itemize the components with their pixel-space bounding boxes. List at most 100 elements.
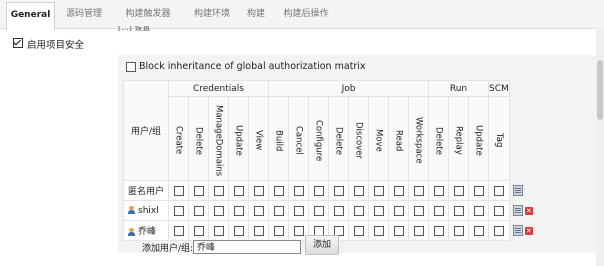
scrollbar-thumb[interactable]: [597, 60, 603, 120]
permission-cell: [308, 180, 329, 201]
tab-post-build[interactable]: 构建后操作: [280, 0, 332, 28]
select-all-icon[interactable]: [512, 205, 523, 216]
permission-checkbox-wrap: [369, 205, 388, 216]
add-user-label: 添加用户/组:: [142, 244, 194, 254]
permission-checkbox[interactable]: [173, 185, 184, 196]
permission-checkbox[interactable]: [473, 225, 484, 236]
permission-checkbox-wrap: [249, 225, 268, 236]
permission-checkbox-wrap: [329, 185, 348, 196]
permission-checkbox-wrap: [229, 205, 248, 216]
permission-checkbox[interactable]: [453, 205, 464, 216]
permission-checkbox[interactable]: [453, 185, 464, 196]
permission-checkbox[interactable]: [213, 225, 224, 236]
permission-cell: [408, 220, 429, 241]
permission-checkbox[interactable]: [373, 185, 384, 196]
permission-checkbox[interactable]: [313, 185, 324, 196]
enable-security-label: 启用项目安全: [27, 40, 85, 51]
permission-checkbox[interactable]: [193, 225, 204, 236]
permission-checkbox-wrap: [189, 185, 208, 196]
permission-checkbox[interactable]: [293, 185, 304, 196]
permission-cell: [448, 220, 469, 241]
permission-checkbox[interactable]: [373, 205, 384, 216]
permission-checkbox-wrap: [409, 225, 428, 236]
permission-checkbox[interactable]: [193, 185, 204, 196]
tab-build[interactable]: 构建: [243, 0, 269, 28]
permission-cell: [168, 220, 189, 241]
permission-checkbox-wrap: [269, 185, 288, 196]
permission-checkbox[interactable]: [193, 205, 204, 216]
permission-checkbox[interactable]: [313, 225, 324, 236]
permission-checkbox[interactable]: [313, 205, 324, 216]
permission-checkbox[interactable]: [333, 205, 344, 216]
permission-checkbox[interactable]: [433, 225, 444, 236]
permission-checkbox[interactable]: [233, 205, 244, 216]
user-cell: 匿名用户: [123, 180, 169, 201]
row-actions: ✕: [509, 220, 541, 241]
permission-cell: [388, 200, 409, 221]
perm-header-credentials-create: Create: [168, 96, 189, 181]
permission-checkbox[interactable]: [413, 185, 424, 196]
perm-header-credentials-delete: Delete: [188, 96, 209, 181]
permission-checkbox[interactable]: [393, 205, 404, 216]
permission-checkbox[interactable]: [493, 205, 504, 216]
permission-checkbox[interactable]: [473, 205, 484, 216]
delete-icon[interactable]: ✕: [524, 206, 533, 215]
tab-general[interactable]: General: [6, 2, 55, 30]
permission-checkbox[interactable]: [333, 225, 344, 236]
permission-checkbox[interactable]: [273, 205, 284, 216]
permission-checkbox[interactable]: [293, 205, 304, 216]
add-user-input[interactable]: 乔峰: [193, 240, 301, 254]
permission-header-row: Create Delete ManageDomains Update View Build…: [124, 96, 541, 181]
permission-checkbox[interactable]: [393, 225, 404, 236]
permission-checkbox-wrap: [249, 185, 268, 196]
cut-off-link[interactable]: [...] 设置: [118, 26, 150, 31]
permission-checkbox-wrap: [449, 205, 468, 216]
select-all-icon[interactable]: [512, 185, 523, 196]
permission-checkbox[interactable]: [453, 225, 464, 236]
permission-checkbox[interactable]: [433, 205, 444, 216]
permission-checkbox[interactable]: [413, 205, 424, 216]
permission-checkbox[interactable]: [433, 185, 444, 196]
permission-checkbox[interactable]: [333, 185, 344, 196]
tab-source-control[interactable]: 源码管理: [58, 0, 110, 28]
permission-checkbox[interactable]: [353, 225, 364, 236]
permission-checkbox[interactable]: [233, 225, 244, 236]
permission-checkbox[interactable]: [253, 205, 264, 216]
permission-cell: [328, 200, 349, 221]
permission-cell: [408, 200, 429, 221]
permission-checkbox[interactable]: [293, 225, 304, 236]
permission-checkbox[interactable]: [413, 225, 424, 236]
permission-checkbox[interactable]: [233, 185, 244, 196]
row-actions: ✕: [509, 200, 541, 221]
permission-checkbox[interactable]: [173, 225, 184, 236]
permission-checkbox[interactable]: [253, 225, 264, 236]
perm-header-label: Build: [273, 129, 284, 152]
permission-checkbox[interactable]: [253, 185, 264, 196]
permission-checkbox[interactable]: [353, 205, 364, 216]
tab-build-triggers[interactable]: 构建触发器: [116, 0, 180, 28]
perm-header-job-workspace: Workspace: [408, 96, 429, 181]
permission-checkbox[interactable]: [493, 185, 504, 196]
permission-checkbox[interactable]: [493, 225, 504, 236]
permission-checkbox[interactable]: [173, 205, 184, 216]
permission-checkbox[interactable]: [273, 225, 284, 236]
delete-icon[interactable]: ✕: [524, 226, 533, 235]
block-inheritance-checkbox[interactable]: [126, 62, 136, 72]
add-user-button[interactable]: 添加: [305, 235, 339, 255]
permission-checkbox[interactable]: [213, 205, 224, 216]
permission-checkbox[interactable]: [353, 185, 364, 196]
tab-build-environment[interactable]: 构建环境: [186, 0, 238, 28]
permission-checkbox[interactable]: [473, 185, 484, 196]
enable-security-checkbox[interactable]: [13, 38, 23, 48]
checkbox-box[interactable]: [126, 62, 136, 72]
select-all-icon[interactable]: [512, 225, 523, 236]
group-run: Run: [428, 80, 489, 97]
permission-checkbox[interactable]: [273, 185, 284, 196]
permission-checkbox-wrap: [489, 185, 509, 196]
permission-checkbox[interactable]: [373, 225, 384, 236]
permission-checkbox-wrap: [309, 185, 328, 196]
checkbox-box[interactable]: [13, 38, 23, 48]
permission-checkbox[interactable]: [213, 185, 224, 196]
permission-checkbox-wrap: [429, 205, 448, 216]
permission-checkbox[interactable]: [393, 185, 404, 196]
